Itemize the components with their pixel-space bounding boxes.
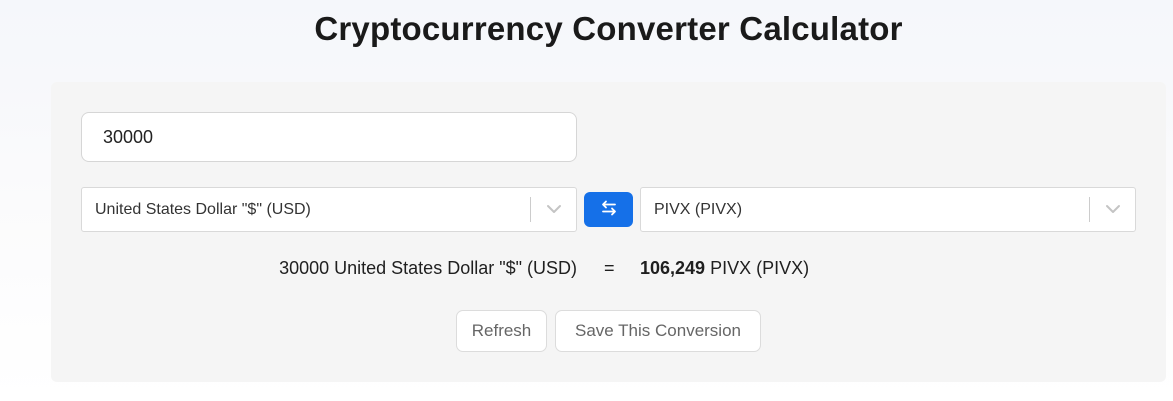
converter-panel: United States Dollar "$" (USD) PIVX (PIV… xyxy=(51,82,1166,382)
result-from-text: 30000 United States Dollar "$" (USD) xyxy=(279,258,577,278)
select-separator xyxy=(530,197,531,222)
result-to-unit: PIVX (PIVX) xyxy=(710,258,810,278)
result-to-text: 106,249 PIVX (PIVX) xyxy=(640,258,809,279)
save-conversion-button[interactable]: Save This Conversion xyxy=(555,310,761,352)
from-currency-value: United States Dollar "$" (USD) xyxy=(95,201,311,218)
from-currency-select[interactable]: United States Dollar "$" (USD) xyxy=(81,187,577,232)
swap-arrows-icon xyxy=(600,200,618,219)
result-equals-sign: = xyxy=(604,258,615,278)
conversion-result: 30000 United States Dollar "$" (USD) = 1… xyxy=(51,258,1166,282)
swap-currencies-button[interactable] xyxy=(584,192,633,227)
select-separator xyxy=(1089,197,1090,222)
page-title: Cryptocurrency Converter Calculator xyxy=(314,10,903,47)
result-amount: 106,249 xyxy=(640,258,706,278)
amount-input[interactable] xyxy=(81,112,577,162)
chevron-down-icon[interactable] xyxy=(544,201,564,217)
to-currency-select[interactable]: PIVX (PIVX) xyxy=(640,187,1136,232)
chevron-down-icon[interactable] xyxy=(1103,201,1123,217)
refresh-button[interactable]: Refresh xyxy=(456,310,547,352)
to-currency-value: PIVX (PIVX) xyxy=(654,201,743,218)
